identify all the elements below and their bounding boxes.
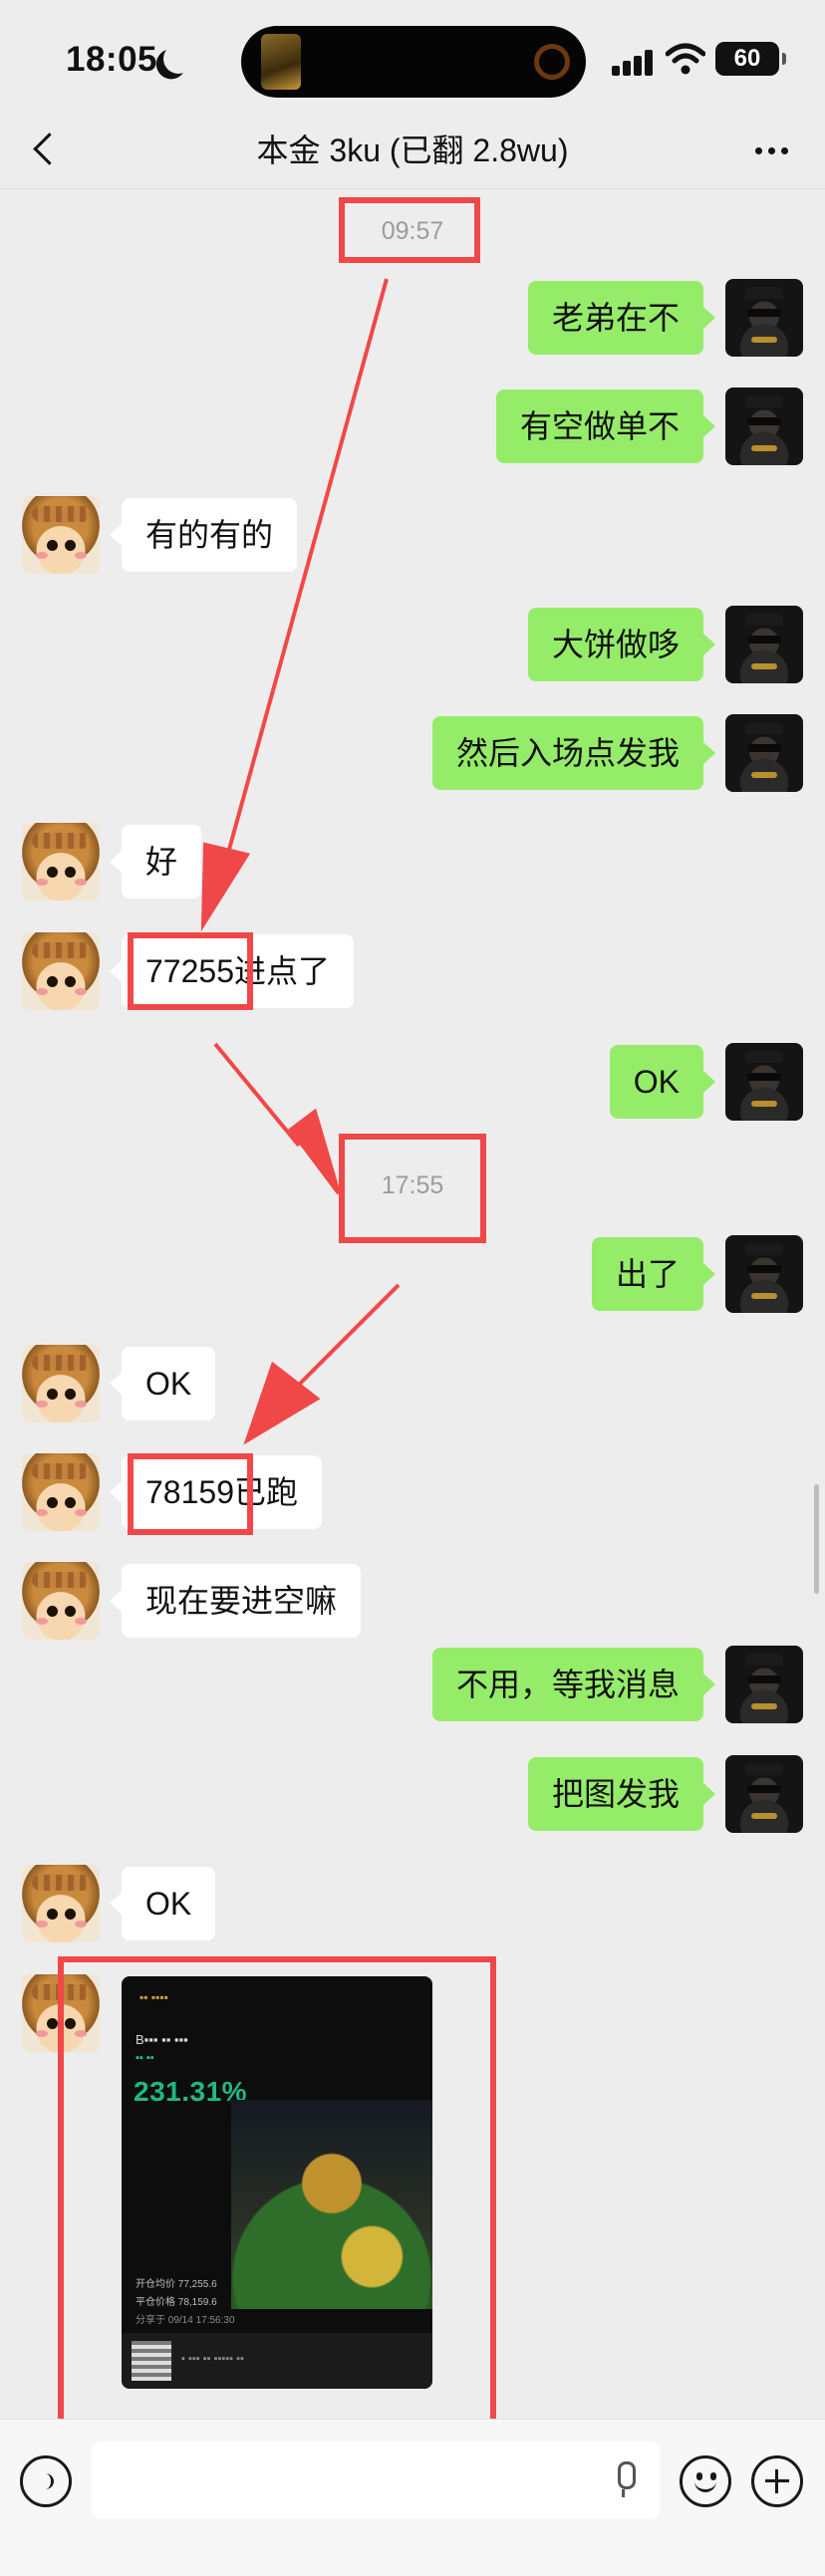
plus-icon[interactable] [751, 2455, 803, 2507]
emoji-icon[interactable] [680, 2455, 731, 2507]
message-input[interactable] [92, 2442, 660, 2519]
input-bar [0, 2419, 825, 2576]
mic-icon[interactable] [610, 2461, 640, 2501]
voice-icon[interactable] [20, 2455, 72, 2507]
arrow-line [225, 278, 389, 858]
arrow-line [297, 1283, 401, 1387]
scrollbar[interactable] [814, 1484, 819, 1594]
annotation-arrows [200, 278, 401, 1445]
arrow-line [213, 1042, 301, 1148]
arrow-head [288, 1108, 341, 1195]
arrow-head [200, 842, 251, 932]
